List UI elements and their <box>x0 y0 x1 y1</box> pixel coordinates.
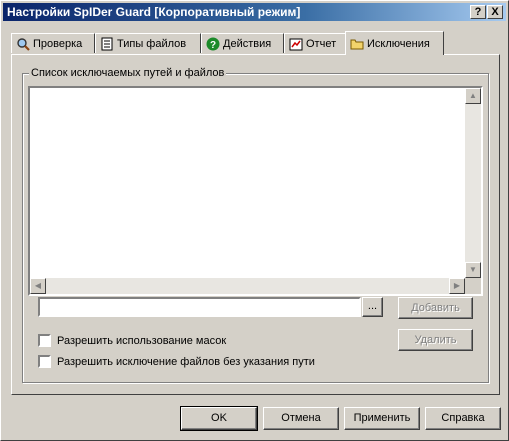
exclusions-list[interactable]: ▲ ▼ ◀ ▶ <box>28 86 483 296</box>
apply-button[interactable]: Применить <box>344 407 420 430</box>
allow-no-path-checkbox[interactable] <box>38 355 51 368</box>
ok-button[interactable]: OK <box>181 407 257 430</box>
add-button[interactable]: Добавить <box>398 297 473 319</box>
browse-button[interactable]: ... <box>362 297 383 317</box>
allow-masks-row[interactable]: Разрешить использование масок <box>38 334 226 347</box>
tab-scan-label: Проверка <box>33 37 83 50</box>
tab-panel: Список исключаемых путей и файлов ▲ ▼ ◀ … <box>11 54 500 395</box>
help-dialog-button[interactable]: Справка <box>425 407 501 430</box>
settings-dialog: Настройки SpIDer Guard [Корпоративный ре… <box>0 0 509 441</box>
tab-report[interactable]: Отчет <box>284 33 346 53</box>
folder-icon <box>350 37 364 51</box>
allow-masks-checkbox[interactable] <box>38 334 51 347</box>
tab-actions-label: Действия <box>223 37 272 50</box>
scroll-left-icon[interactable]: ◀ <box>30 278 46 294</box>
tab-file-types[interactable]: Типы файлов <box>95 33 201 53</box>
tab-file-types-label: Типы файлов <box>117 37 187 50</box>
allow-no-path-label: Разрешить исключение файлов без указания… <box>57 355 315 368</box>
remove-button[interactable]: Удалить <box>398 329 473 351</box>
window-title: Настройки SpIDer Guard [Корпоративный ре… <box>7 5 301 19</box>
group-label: Список исключаемых путей и файлов <box>29 67 227 79</box>
scroll-corner <box>465 278 481 294</box>
svg-text:?: ? <box>210 40 216 51</box>
help-button[interactable]: ? <box>470 5 486 19</box>
tab-actions[interactable]: ? Действия <box>201 33 284 53</box>
tab-strip: Проверка Типы файлов ? Действия Отчет Ис… <box>11 31 491 55</box>
tab-scan[interactable]: Проверка <box>11 33 95 53</box>
allow-masks-label: Разрешить использование масок <box>57 334 227 347</box>
report-icon <box>289 37 303 51</box>
question-icon: ? <box>206 37 220 51</box>
allow-no-path-row[interactable]: Разрешить исключение файлов без указания… <box>38 355 315 368</box>
tab-report-label: Отчет <box>306 37 337 50</box>
document-icon <box>100 37 114 51</box>
cancel-button[interactable]: Отмена <box>263 407 339 430</box>
title-bar[interactable]: Настройки SpIDer Guard [Корпоративный ре… <box>3 3 506 21</box>
scroll-right-icon[interactable]: ▶ <box>449 278 465 294</box>
horizontal-scrollbar[interactable]: ◀ ▶ <box>30 278 465 294</box>
close-button[interactable]: X <box>487 5 503 19</box>
magnifier-icon <box>16 37 30 51</box>
tab-exclusions[interactable]: Исключения <box>345 31 444 55</box>
vertical-scrollbar[interactable]: ▲ ▼ <box>465 88 481 278</box>
scroll-up-icon[interactable]: ▲ <box>465 88 481 104</box>
path-input[interactable] <box>38 297 361 317</box>
tab-exclusions-label: Исключения <box>367 37 430 50</box>
scroll-down-icon[interactable]: ▼ <box>465 262 481 278</box>
